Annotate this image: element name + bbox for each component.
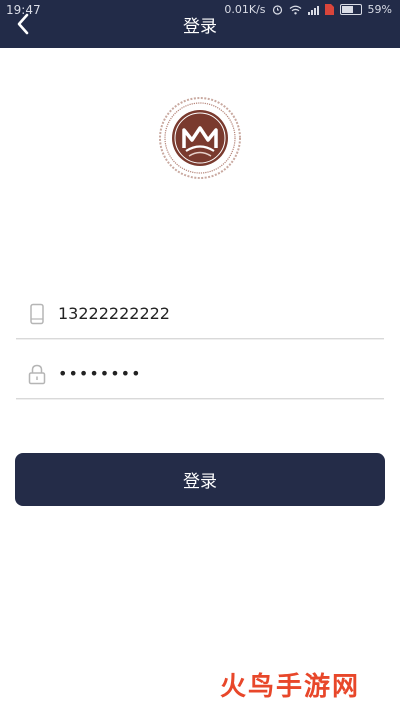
- phone-icon: [30, 303, 44, 325]
- watermark-text: 火鸟手游网: [219, 671, 360, 702]
- phone-field: [16, 290, 384, 339]
- phone-input[interactable]: [58, 298, 368, 328]
- organization-seal-logo: [158, 96, 242, 180]
- watermark: 火鸟手游网: [200, 660, 380, 708]
- page-title: 登录: [183, 17, 217, 37]
- login-screen: 19:47 0.01K/s 59% 登录 13222222222 •••••••…: [0, 0, 400, 710]
- password-field: [16, 350, 384, 399]
- app-header: 19:47 0.01K/s 59% 登录: [0, 0, 400, 48]
- lock-icon: [28, 364, 46, 385]
- password-input[interactable]: [58, 358, 368, 388]
- login-button[interactable]: 登录: [15, 453, 385, 506]
